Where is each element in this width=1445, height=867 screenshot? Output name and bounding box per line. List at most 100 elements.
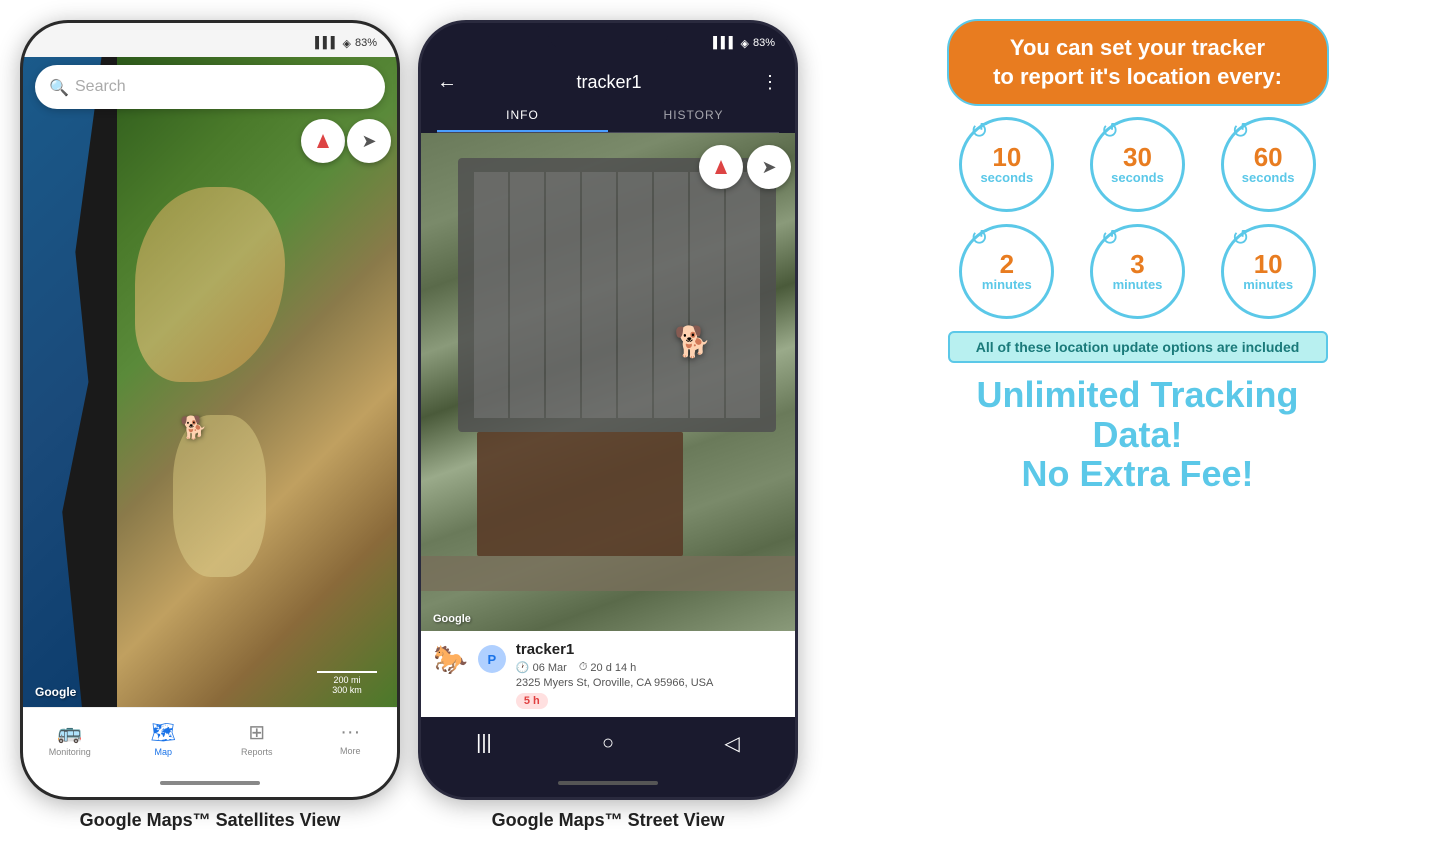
location-button2[interactable]: ➤	[747, 145, 791, 189]
timer-icon: ⏱	[579, 661, 588, 674]
signal-icon: ▌▌▌	[315, 37, 338, 49]
circle-10min: ↺ 10 minutes	[1221, 224, 1316, 319]
home-bar	[160, 781, 260, 785]
signal2-icon: ▌▌▌	[713, 37, 736, 49]
tracker-info-row: 🐎 P tracker1 🕐 06 Mar ⏱ 20 d 14 h	[433, 641, 783, 709]
arrow-0: ↺	[970, 118, 988, 144]
tracker-map: 🐕 ➤ Google	[421, 133, 795, 631]
search-bar[interactable]: 🔍 Search	[35, 65, 385, 109]
phone2-notch	[548, 23, 668, 49]
num-1: 30	[1123, 144, 1152, 170]
promo-text-line2: to report it's location every:	[976, 63, 1300, 92]
monitoring-icon: 🚌	[57, 720, 82, 745]
phone2-wrapper: ▌▌▌ ◈ 83% ← tracker1 ⋮ INFO HISTORY	[418, 20, 798, 831]
arrow-4: ↺	[1101, 225, 1119, 251]
circle-60sec: ↺ 60 seconds	[1221, 117, 1316, 212]
back-button[interactable]: ←	[437, 71, 457, 94]
date-text: 06 Mar	[533, 662, 567, 674]
time-ago-badge: 5 h	[516, 693, 548, 709]
location-button[interactable]: ➤	[347, 119, 391, 163]
parking-badge: P	[478, 645, 506, 673]
arrow-3: ↺	[970, 225, 988, 251]
map-label: Map	[154, 747, 172, 757]
dog-on-satellite: 🐕	[180, 415, 207, 441]
unlimited-line1: Unlimited Tracking Data!	[948, 375, 1328, 454]
duration-text: 20 d 14 h	[590, 662, 636, 674]
num-3: 2	[1000, 251, 1014, 277]
location-icon: ➤	[361, 131, 376, 152]
circle-10sec: ↺ 10 seconds	[959, 117, 1054, 212]
num-5: 10	[1254, 251, 1283, 277]
building	[477, 432, 683, 557]
arrow-1: ↺	[1101, 118, 1119, 144]
arrow-5: ↺	[1232, 225, 1250, 251]
tab-info[interactable]: INFO	[437, 100, 608, 132]
clock-icon: 🕐	[516, 661, 530, 674]
unlimited-section: Unlimited Tracking Data! No Extra Fee!	[948, 375, 1328, 494]
nav-monitoring[interactable]: 🚌 Monitoring	[23, 720, 117, 757]
map-icon: 🗺	[151, 720, 176, 745]
num-0: 10	[992, 144, 1021, 170]
circle-2min: ↺ 2 minutes	[959, 224, 1054, 319]
circle-30sec: ↺ 30 seconds	[1090, 117, 1185, 212]
tracker-tabs: INFO HISTORY	[437, 100, 779, 133]
tab-history[interactable]: HISTORY	[608, 100, 779, 132]
unit-3: minutes	[982, 277, 1032, 293]
wifi2-icon: ◈	[741, 37, 749, 50]
tracker-address: 2325 Myers St, Oroville, CA 95966, USA	[516, 677, 783, 689]
scale-200mi: 200 mi	[317, 675, 377, 685]
compass-needle	[317, 134, 329, 148]
more-icon: ···	[340, 721, 360, 744]
tracker-meta: 🕐 06 Mar ⏱ 20 d 14 h	[516, 661, 783, 674]
interval-item-2: ↺ 60 seconds	[1209, 117, 1328, 212]
battery2-icon: 83%	[753, 37, 775, 49]
nav-more[interactable]: ··· More	[304, 721, 398, 756]
phone1-wrapper: ▌▌▌ ◈ 83% 🐕 🔍	[20, 20, 400, 831]
more-button[interactable]: ⋮	[761, 72, 779, 93]
battery-icon: 83%	[355, 37, 377, 49]
phone1-bottom-nav: 🚌 Monitoring 🗺 Map ⊞ Reports ··· More	[23, 707, 397, 769]
included-banner: All of these location update options are…	[948, 331, 1328, 363]
interval-item-1: ↺ 30 seconds	[1078, 117, 1197, 212]
google-watermark: Google	[35, 685, 76, 699]
phone1-frame: ▌▌▌ ◈ 83% 🐕 🔍	[20, 20, 400, 800]
animal-icon: 🐎	[433, 643, 468, 676]
dog-marker: 🐕	[673, 322, 713, 362]
location2-icon: ➤	[761, 157, 776, 178]
scale-bar: 200 mi 300 km	[317, 671, 377, 695]
arrow-2: ↺	[1232, 118, 1250, 144]
search-icon: 🔍	[49, 78, 67, 96]
interval-item-5: ↺ 10 minutes	[1209, 224, 1328, 319]
parking-lot	[458, 158, 776, 432]
tracker-info-card: 🐎 P tracker1 🕐 06 Mar ⏱ 20 d 14 h	[421, 631, 795, 717]
phone2-caption: Google Maps™ Street View	[492, 810, 725, 831]
duration-item: ⏱ 20 d 14 h	[579, 661, 636, 674]
google-wm2: Google	[433, 613, 471, 625]
phone1-status-icons: ▌▌▌ ◈ 83%	[315, 37, 377, 50]
tracker-header: ← tracker1 ⋮ INFO HISTORY	[421, 57, 795, 133]
promo-text-line1: You can set your tracker	[976, 34, 1300, 63]
interval-item-4: ↺ 3 minutes	[1078, 224, 1197, 319]
phone2-status-icons: ▌▌▌ ◈ 83%	[713, 37, 775, 50]
phone1-map-area: 🐕 🔍 Search ➤ Google	[23, 57, 397, 769]
monitoring-label: Monitoring	[49, 747, 91, 757]
reports-icon: ⊞	[248, 720, 265, 745]
home-gesture-icon: ○	[602, 732, 614, 755]
nav-map[interactable]: 🗺 Map	[117, 720, 211, 757]
tracker-home-indicator	[421, 769, 795, 797]
unit-0: seconds	[980, 170, 1033, 186]
scale-300km: 300 km	[317, 685, 377, 695]
compass-button[interactable]	[301, 119, 345, 163]
compass-button2[interactable]	[699, 145, 743, 189]
street	[421, 556, 795, 591]
unit-2: seconds	[1242, 170, 1295, 186]
interval-item-3: ↺ 2 minutes	[948, 224, 1067, 319]
date-item: 🕐 06 Mar	[516, 661, 567, 674]
circle-3min: ↺ 3 minutes	[1090, 224, 1185, 319]
promo-banner: You can set your tracker to report it's …	[948, 20, 1328, 105]
nav-reports[interactable]: ⊞ Reports	[210, 720, 304, 757]
num-4: 3	[1130, 251, 1144, 277]
satellite-map: 🐕	[23, 57, 397, 707]
interval-item-0: ↺ 10 seconds	[948, 117, 1067, 212]
more-label: More	[340, 746, 361, 756]
